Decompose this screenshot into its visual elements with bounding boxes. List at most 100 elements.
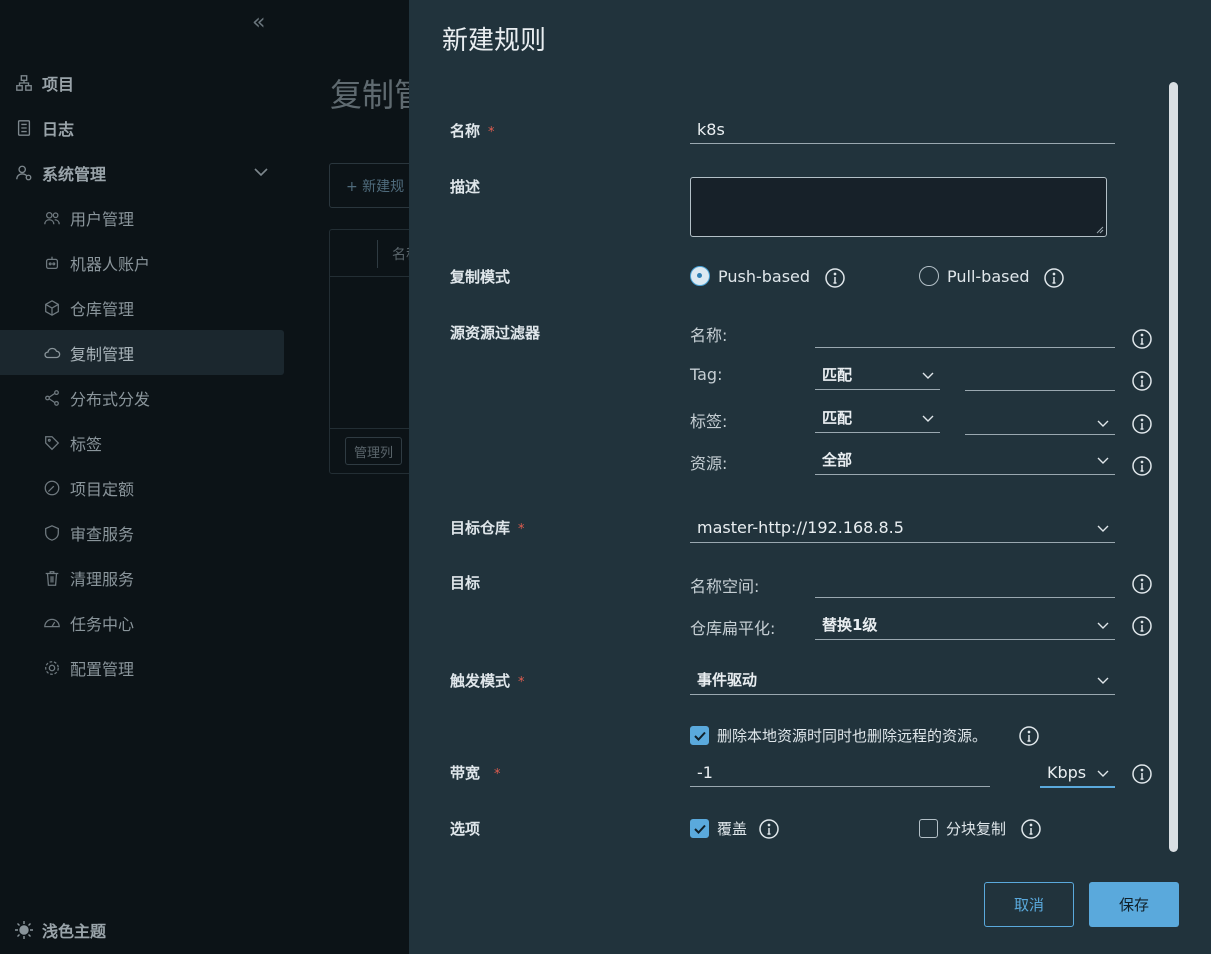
chevron-down-icon	[1097, 525, 1109, 532]
cancel-button[interactable]: 取消	[984, 882, 1074, 927]
sidebar-item-label: 系统管理	[42, 164, 107, 184]
column-divider	[377, 240, 378, 268]
sidebar-item-label: 项目	[42, 74, 75, 94]
dashboard-icon	[42, 613, 62, 633]
label-match-select[interactable]: 匹配	[815, 403, 940, 433]
theme-label: 浅色主题	[42, 922, 107, 941]
pull-based-radio[interactable]: Pull-based	[919, 266, 1029, 286]
name-label: 名称 *	[450, 120, 495, 141]
resize-handle-icon[interactable]	[1096, 226, 1104, 234]
trigger-mode-label-text: 触发模式	[450, 672, 511, 690]
sidebar-nav: 项目 日志 系统管理 用户管理 机器人账户 仓库管理 复制管理 分布式分发 标签…	[0, 60, 300, 690]
info-icon[interactable]	[1131, 370, 1153, 392]
chevron-down-icon	[1097, 770, 1109, 777]
sidebar-item-label: 审查服务	[70, 524, 135, 544]
sidebar-item-label: 日志	[42, 119, 75, 139]
info-icon[interactable]	[1131, 413, 1153, 435]
sidebar-item-label: 复制管理	[70, 344, 135, 364]
name-label-text: 名称	[450, 122, 481, 140]
new-rule-button[interactable]: + 新建规	[329, 163, 411, 208]
chevron-down-icon	[922, 415, 934, 422]
info-icon[interactable]	[824, 267, 846, 289]
modal-title: 新建规则	[442, 26, 547, 56]
chunked-copy-label: 分块复制	[946, 820, 1007, 838]
sidebar-item-registries[interactable]: 仓库管理	[0, 285, 300, 330]
bandwidth-unit-select[interactable]: Kbps	[1040, 758, 1115, 788]
flatten-select[interactable]: 替换1级	[815, 610, 1115, 640]
chevron-down-icon	[254, 168, 268, 177]
sidebar-item-distributions[interactable]: 分布式分发	[0, 375, 300, 420]
sidebar-item-label: 仓库管理	[70, 299, 135, 319]
override-label: 覆盖	[717, 820, 748, 838]
sun-icon	[15, 921, 33, 939]
trigger-mode-label: 触发模式 *	[450, 670, 525, 691]
info-icon[interactable]	[1131, 573, 1153, 595]
chevron-down-icon	[922, 372, 934, 379]
sidebar-item-label: 机器人账户	[70, 254, 151, 274]
sidebar-item-label: 分布式分发	[70, 389, 151, 409]
chevron-down-icon	[1097, 622, 1109, 629]
sidebar-item-label: 标签	[70, 434, 103, 454]
info-icon[interactable]	[1020, 818, 1042, 840]
gauge-icon	[42, 478, 62, 498]
sidebar-item-labels[interactable]: 标签	[0, 420, 300, 465]
sidebar-item-projects[interactable]: 项目	[0, 60, 300, 105]
sidebar-item-label: 用户管理	[70, 209, 135, 229]
resource-select[interactable]: 全部	[815, 445, 1115, 475]
pull-based-label: Pull-based	[947, 266, 1030, 286]
chunked-copy-checkbox[interactable]: 分块复制	[919, 818, 1006, 839]
sidebar-item-interrogation[interactable]: 审查服务	[0, 510, 300, 555]
info-icon[interactable]	[1018, 725, 1040, 747]
theme-toggle[interactable]: 浅色主题	[14, 918, 106, 942]
chevron-down-icon	[1097, 420, 1109, 427]
sidebar-item-cleanup[interactable]: 清理服务	[0, 555, 300, 600]
label-filter-select[interactable]	[965, 405, 1115, 435]
checkbox-checked-icon	[690, 726, 709, 745]
sidebar-item-quotas[interactable]: 项目定额	[0, 465, 300, 510]
description-textarea[interactable]	[690, 177, 1107, 237]
collapse-sidebar-icon[interactable]: «	[252, 10, 265, 35]
filter-name-input[interactable]	[815, 320, 1115, 348]
info-icon[interactable]	[1131, 328, 1153, 350]
sidebar-item-configuration[interactable]: 配置管理	[0, 645, 300, 690]
required-mark: *	[518, 522, 525, 537]
scrollbar[interactable]	[1169, 82, 1178, 852]
info-icon[interactable]	[1131, 455, 1153, 477]
sidebar-item-users[interactable]: 用户管理	[0, 195, 300, 240]
sidebar-item-administration[interactable]: 系统管理	[0, 150, 300, 195]
table-footer: 管理列	[330, 428, 411, 474]
sidebar-item-logs[interactable]: 日志	[0, 105, 300, 150]
sidebar-item-robot-accounts[interactable]: 机器人账户	[0, 240, 300, 285]
radio-selected-icon	[690, 266, 710, 286]
sidebar-item-replications[interactable]: 复制管理	[0, 330, 284, 375]
info-icon[interactable]	[1131, 763, 1153, 785]
label-match-value: 匹配	[822, 409, 853, 427]
user-settings-icon	[14, 163, 34, 183]
sidebar-item-job-service[interactable]: 任务中心	[0, 600, 300, 645]
push-based-radio[interactable]: Push-based	[690, 266, 810, 286]
bandwidth-input[interactable]: -1	[690, 759, 990, 787]
shield-icon	[42, 523, 62, 543]
target-registry-select[interactable]: master-http://192.168.8.5	[690, 513, 1115, 543]
manage-columns-button[interactable]: 管理列	[345, 437, 403, 465]
info-icon[interactable]	[1043, 267, 1065, 289]
info-icon[interactable]	[1131, 615, 1153, 637]
namespace-input[interactable]	[815, 570, 1115, 598]
delete-remote-checkbox[interactable]: 删除本地资源时同时也删除远程的资源。	[690, 725, 987, 746]
replication-mode-label: 复制模式	[450, 268, 511, 286]
tag-match-select[interactable]: 匹配	[815, 360, 940, 390]
checkbox-unchecked-icon	[919, 819, 938, 838]
description-label: 描述	[450, 178, 481, 196]
filter-resource-label: 资源:	[690, 454, 728, 473]
radio-unselected-icon	[919, 266, 939, 286]
save-button[interactable]: 保存	[1089, 882, 1179, 927]
trigger-mode-select[interactable]: 事件驱动	[690, 665, 1115, 695]
namespace-label: 名称空间:	[690, 577, 760, 596]
sidebar-item-label: 项目定额	[70, 479, 135, 499]
info-icon[interactable]	[758, 818, 780, 840]
tag-filter-input[interactable]	[965, 363, 1115, 391]
cube-icon	[42, 298, 62, 318]
override-checkbox[interactable]: 覆盖	[690, 818, 747, 839]
trash-icon	[42, 568, 62, 588]
name-input[interactable]: k8s	[690, 116, 1115, 144]
